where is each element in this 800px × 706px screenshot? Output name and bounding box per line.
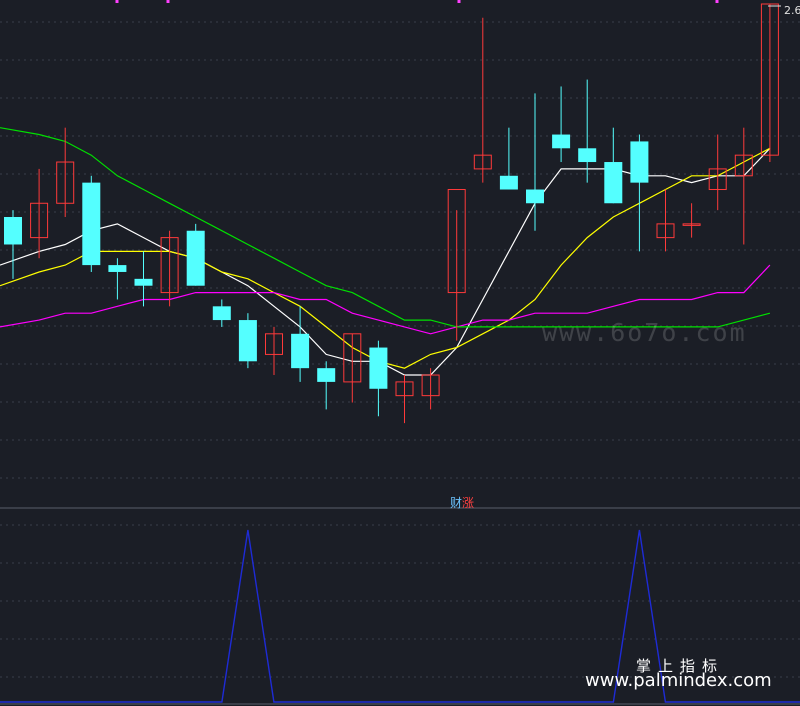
candle: [160, 230, 179, 307]
candle: [526, 93, 544, 231]
candle-body: [604, 162, 623, 204]
candle: [630, 134, 649, 252]
candle: [760, 3, 779, 163]
candle-body: [317, 368, 336, 382]
candle: [734, 127, 753, 245]
indicator-title-part2: 涨: [462, 496, 475, 510]
candle-body: [238, 320, 257, 362]
candle: [473, 17, 492, 183]
candle: [604, 127, 623, 204]
candle: [578, 79, 597, 183]
indicator-title: 财涨: [450, 494, 474, 511]
chart-canvas: [0, 0, 800, 705]
top-marker-dot: [115, 0, 119, 3]
candle: [4, 210, 22, 279]
candle: [212, 299, 231, 327]
candle: [291, 306, 310, 382]
candle: [343, 333, 362, 403]
candle: [134, 251, 153, 307]
candle-body: [526, 189, 544, 204]
candle-body: [499, 175, 518, 190]
candle: [56, 127, 75, 217]
stock-chart: 2.6 财涨 www.6o7o.com 掌上指标 www.palmindex.c…: [0, 0, 800, 706]
candle: [265, 326, 283, 376]
ma-line-4: [0, 127, 771, 328]
candle-body: [291, 333, 310, 369]
candle: [186, 223, 205, 286]
candle: [552, 86, 571, 163]
top-marker-dot: [715, 0, 719, 3]
candle-body: [552, 134, 571, 149]
candle: [656, 189, 675, 252]
candle: [421, 368, 440, 410]
candle: [82, 175, 101, 272]
candle: [108, 258, 127, 300]
candle: [499, 127, 518, 190]
candle-body: [134, 278, 153, 286]
candle: [30, 168, 49, 259]
candle-body: [4, 217, 22, 245]
candle: [395, 375, 414, 424]
candle: [238, 313, 257, 369]
footer-url: www.palmindex.com: [585, 670, 772, 691]
candlestick-series: [4, 3, 779, 424]
indicator-title-part1: 财: [450, 496, 463, 510]
candle-body: [630, 141, 649, 183]
price-label: 2.6: [784, 4, 800, 17]
candle-body: [186, 230, 205, 286]
top-markers: [115, 0, 781, 7]
candle-body: [82, 182, 101, 266]
top-marker-dot: [457, 0, 461, 3]
candle-body: [212, 306, 231, 321]
top-marker-dot: [166, 0, 170, 3]
candle-body: [108, 265, 127, 272]
watermark: www.6o7o.com: [542, 318, 747, 347]
candle-body: [578, 148, 597, 163]
candle: [369, 340, 388, 417]
grid: [0, 21, 800, 705]
candle: [682, 203, 701, 238]
candle-body: [369, 347, 388, 389]
